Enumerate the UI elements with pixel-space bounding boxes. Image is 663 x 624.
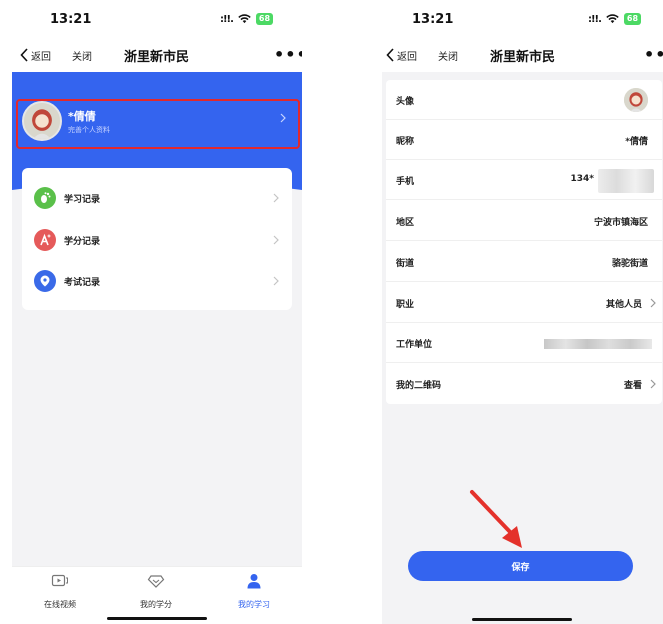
nickname-value: *倩倩 <box>625 137 648 147</box>
status-icons: :!!. 68 <box>588 13 642 25</box>
menu-item-credit-record[interactable]: 学分记录 <box>22 220 292 260</box>
profile-subtitle[interactable]: 完善个人资料 <box>68 125 110 135</box>
diamond-icon <box>147 575 165 588</box>
form-row-region[interactable]: 地区 宁波市镇海区 <box>386 201 662 241</box>
battery-icon: 68 <box>255 13 274 25</box>
region-value: 宁波市镇海区 <box>593 218 648 228</box>
form-row-qrcode[interactable]: 我的二维码 查看 <box>386 364 662 404</box>
home-indicator <box>107 617 207 620</box>
tab-label: 在线视频 <box>44 600 76 609</box>
form-label: 昵称 <box>396 137 415 147</box>
page-title: 浙里新市民 <box>124 49 190 65</box>
form-row-workplace[interactable]: 工作单位 <box>386 323 662 363</box>
occupation-value: 其他人员 <box>605 300 642 310</box>
tab-label: 我的学分 <box>140 600 172 609</box>
page-title: 浙里新市民 <box>490 49 556 65</box>
tab-online-video[interactable]: 在线视频 <box>20 573 100 611</box>
back-label: 返回 <box>397 51 417 63</box>
form-row-street[interactable]: 街道 骆驼街道 <box>386 242 662 282</box>
save-button[interactable]: 保存 <box>408 551 633 581</box>
workplace-redaction-blur <box>544 339 652 349</box>
user-avatar-icon[interactable] <box>22 101 62 141</box>
close-button[interactable]: 关闭 <box>438 48 458 63</box>
phone-value: 134* <box>570 174 595 184</box>
menu-item-exam-record[interactable]: 考试记录 <box>22 261 292 301</box>
signal-icon: :!!. <box>220 13 234 25</box>
form-row-nickname[interactable]: 昵称 *倩倩 <box>386 120 662 160</box>
more-menu-button[interactable]: ••• <box>274 45 302 64</box>
profile-form-card: 头像 昵称 *倩倩 手机 134* 地区 宁波市镇海区 街道 骆驼街道 职业 其… <box>386 80 662 404</box>
status-time: 13:21 <box>50 12 92 27</box>
tab-my-credits[interactable]: 我的学分 <box>116 573 196 611</box>
back-button[interactable]: 返回 <box>386 48 417 63</box>
exam-pin-icon <box>34 270 56 292</box>
close-button[interactable]: 关闭 <box>72 48 92 63</box>
form-label: 头像 <box>396 97 415 107</box>
chevron-right-icon <box>273 276 279 286</box>
left-phone-screen: 13:21 :!!. 68 返回 关闭 浙里新市民 ••• *倩倩 完善个人资料… <box>12 0 302 624</box>
back-label: 返回 <box>31 51 51 63</box>
chevron-right-icon <box>280 113 286 123</box>
chevron-right-icon <box>650 379 656 389</box>
menu-item-label: 考试记录 <box>64 277 101 288</box>
user-avatar-icon[interactable] <box>624 88 648 112</box>
street-value: 骆驼街道 <box>611 259 648 269</box>
chevron-left-icon <box>386 48 394 62</box>
form-row-phone[interactable]: 手机 134* <box>386 160 662 200</box>
nav-bar: 返回 关闭 浙里新市民 ••• <box>12 38 302 72</box>
credit-a-icon <box>34 229 56 251</box>
phone-redaction-blur <box>598 169 654 193</box>
chevron-left-icon <box>20 48 28 62</box>
wifi-icon <box>606 14 619 24</box>
bottom-tab-bar: 在线视频 我的学分 我的学习 <box>12 566 302 624</box>
more-menu-button[interactable]: ••• <box>644 45 663 64</box>
back-button[interactable]: 返回 <box>20 48 51 63</box>
signal-icon: :!!. <box>588 13 602 25</box>
profile-name: *倩倩 <box>68 110 96 123</box>
form-row-avatar[interactable]: 头像 <box>386 80 662 120</box>
status-icons: :!!. 68 <box>220 13 274 25</box>
menu-item-label: 学习记录 <box>64 194 101 205</box>
form-label: 工作单位 <box>396 340 433 350</box>
wifi-icon <box>238 14 251 24</box>
status-time: 13:21 <box>412 12 454 27</box>
person-icon <box>247 574 261 589</box>
battery-icon: 68 <box>623 13 642 25</box>
menu-item-study-record[interactable]: 学习记录 <box>22 178 292 218</box>
menu-item-label: 学分记录 <box>64 236 101 247</box>
qrcode-view-link[interactable]: 查看 <box>624 378 642 391</box>
video-icon <box>51 574 68 587</box>
form-row-occupation[interactable]: 职业 其他人员 <box>386 283 662 323</box>
footprint-icon <box>34 187 56 209</box>
status-bar: 13:21 :!!. 68 <box>382 0 663 38</box>
home-indicator <box>472 618 572 621</box>
chevron-right-icon <box>273 193 279 203</box>
form-label: 我的二维码 <box>396 381 442 391</box>
record-menu-card: 学习记录 学分记录 考试记录 <box>22 168 292 310</box>
form-label: 职业 <box>396 300 415 310</box>
tab-label: 我的学习 <box>238 600 270 609</box>
form-label: 手机 <box>396 177 415 187</box>
right-phone-screen: 13:21 :!!. 68 返回 关闭 浙里新市民 ••• 头像 昵称 *倩倩 … <box>382 0 663 624</box>
status-bar: 13:21 :!!. 68 <box>12 0 302 38</box>
red-arrow-icon <box>470 490 522 548</box>
form-label: 地区 <box>396 218 415 228</box>
chevron-right-icon <box>273 235 279 245</box>
chevron-right-icon <box>650 298 656 308</box>
tab-my-study[interactable]: 我的学习 <box>214 573 294 611</box>
form-label: 街道 <box>396 259 415 269</box>
nav-bar: 返回 关闭 浙里新市民 ••• <box>382 38 663 72</box>
